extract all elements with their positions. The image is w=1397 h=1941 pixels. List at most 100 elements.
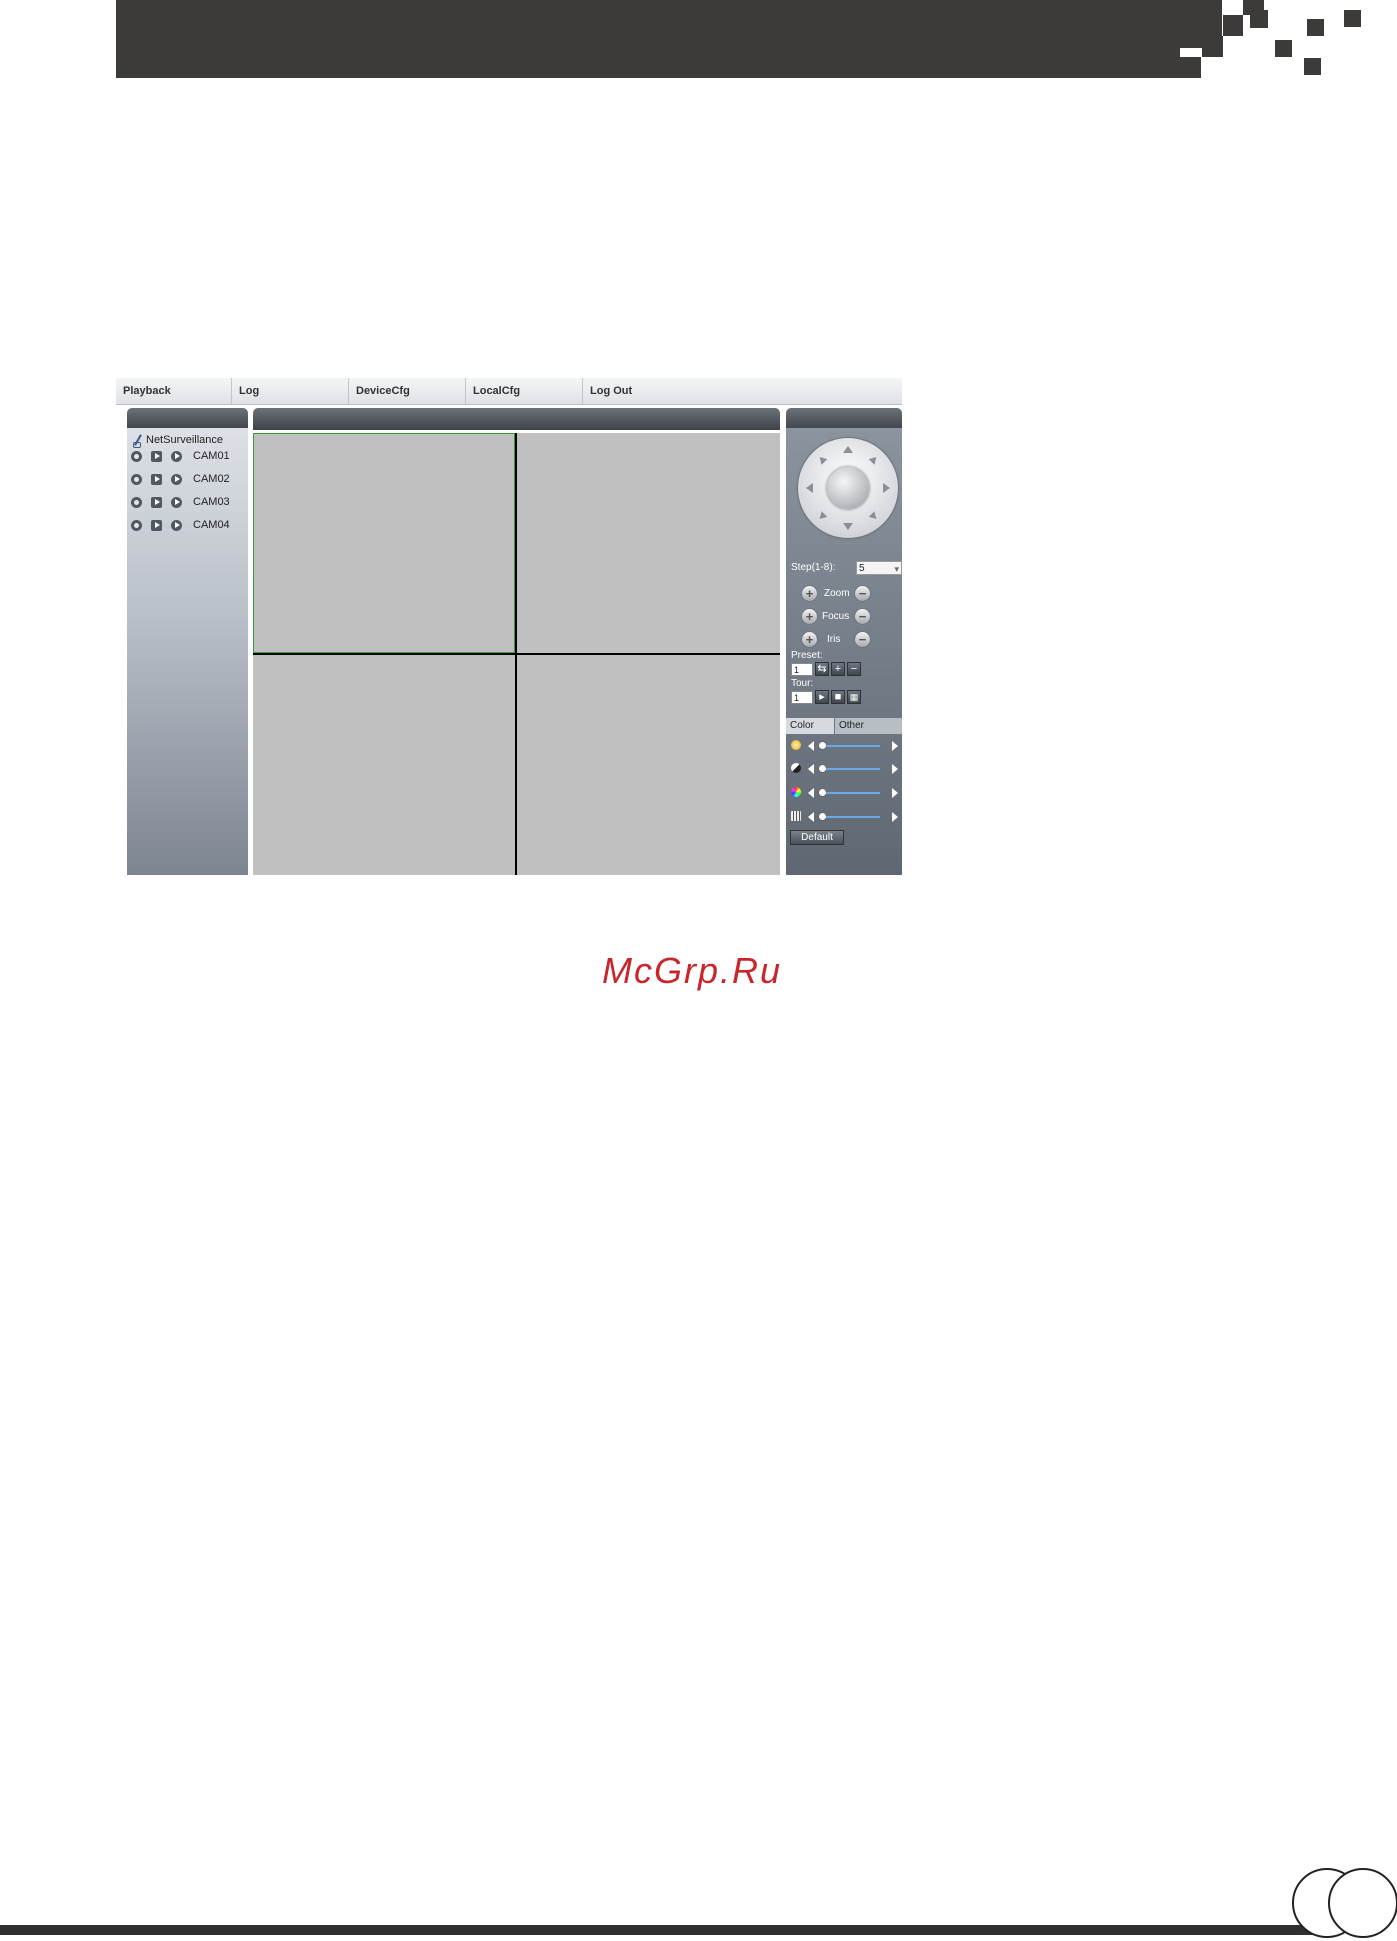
contrast-slider-knob[interactable] [819, 765, 826, 772]
contrast-icon [791, 763, 801, 773]
open-stream-icon[interactable] [171, 496, 182, 508]
tour-stop-icon[interactable]: ■ [831, 690, 845, 704]
camera-row[interactable]: CAM03 [131, 494, 230, 510]
preset-input[interactable]: 1 [791, 663, 813, 676]
camera-label: CAM03 [193, 496, 230, 508]
saturation-slider-track[interactable] [820, 792, 880, 794]
step-label: Step(1-8): [791, 562, 836, 573]
hue-icon [791, 811, 801, 821]
tour-start-icon[interactable]: ▸ [815, 690, 829, 704]
ptz-down-icon[interactable] [843, 523, 853, 530]
play-icon[interactable] [151, 450, 162, 462]
menu-item-logout[interactable]: Log Out [583, 378, 902, 404]
ptz-up-icon[interactable] [843, 446, 853, 453]
default-button[interactable]: Default [790, 830, 844, 845]
preset-remove-icon[interactable]: − [847, 662, 861, 676]
preset-goto-icon[interactable]: ⇆ [815, 662, 829, 676]
contrast-slider-row [791, 761, 901, 777]
watermark: McGrp.Ru [602, 950, 783, 991]
zoom-out-button[interactable]: − [855, 586, 870, 601]
focus-label: Focus [822, 611, 850, 622]
tour-grid-icon[interactable]: ▦ [847, 690, 861, 704]
tab-color[interactable]: Color [786, 718, 834, 734]
video-cell-2[interactable] [517, 433, 780, 653]
header-square [1202, 36, 1223, 57]
video-panel-header [253, 408, 780, 430]
hue-increase-icon[interactable] [892, 812, 898, 822]
play-icon[interactable] [151, 496, 162, 508]
header-square [1250, 10, 1268, 28]
header-square [1307, 19, 1324, 36]
header-square [1275, 40, 1292, 57]
ptz-down-left-icon[interactable] [816, 511, 828, 522]
preset-add-icon[interactable]: + [831, 662, 845, 676]
brightness-slider-knob[interactable] [819, 742, 826, 749]
video-cell-1[interactable] [253, 433, 515, 653]
ptz-up-left-icon[interactable] [816, 454, 828, 465]
ptz-center-button[interactable] [827, 467, 869, 509]
zoom-label: Zoom [824, 588, 850, 599]
record-icon[interactable] [131, 473, 142, 485]
ptz-down-right-icon[interactable] [868, 511, 880, 522]
preset-label: Preset: [791, 650, 823, 661]
tour-input[interactable]: 1 [791, 691, 813, 704]
ptz-up-right-icon[interactable] [868, 454, 880, 465]
record-icon[interactable] [131, 496, 142, 508]
brightness-icon [791, 740, 801, 750]
brightness-decrease-icon[interactable] [808, 741, 814, 751]
play-icon[interactable] [151, 519, 162, 531]
page-header-band [116, 0, 1222, 78]
color-tabs: Color Other [786, 718, 902, 734]
open-stream-icon[interactable] [171, 473, 182, 485]
camera-row[interactable]: CAM01 [131, 448, 230, 464]
play-icon[interactable] [151, 473, 162, 485]
ptz-joystick[interactable] [798, 438, 898, 538]
hue-slider-track[interactable] [820, 816, 880, 818]
contrast-increase-icon[interactable] [892, 764, 898, 774]
record-icon[interactable] [131, 450, 142, 462]
hue-decrease-icon[interactable] [808, 812, 814, 822]
focus-far-button[interactable]: − [855, 609, 870, 624]
menu-item-devicecfg[interactable]: DeviceCfg [349, 378, 466, 404]
brightness-increase-icon[interactable] [892, 741, 898, 751]
tree-root[interactable]: NetSurveillance [133, 434, 223, 448]
contrast-decrease-icon[interactable] [808, 764, 814, 774]
saturation-slider-row [791, 785, 901, 801]
camera-label: CAM02 [193, 473, 230, 485]
menu-item-log[interactable]: Log [232, 378, 349, 404]
camera-label: CAM01 [193, 450, 230, 462]
video-cell-3[interactable] [253, 655, 515, 875]
iris-open-button[interactable]: + [802, 632, 817, 647]
saturation-slider-knob[interactable] [819, 789, 826, 796]
header-square [1223, 15, 1243, 36]
footer-line [0, 1925, 1320, 1935]
header-square [1344, 10, 1361, 27]
record-icon[interactable] [131, 519, 142, 531]
ptz-panel: Step(1-8): 5 + Zoom − + Focus − + Iris −… [786, 428, 902, 875]
open-stream-icon[interactable] [171, 450, 182, 462]
camera-row[interactable]: CAM02 [131, 471, 230, 487]
ptz-right-icon[interactable] [883, 483, 890, 493]
hue-slider-row [791, 809, 901, 825]
tab-other[interactable]: Other [835, 718, 902, 734]
ptz-panel-header [786, 408, 902, 430]
open-stream-icon[interactable] [171, 519, 182, 531]
saturation-increase-icon[interactable] [892, 788, 898, 798]
contrast-slider-track[interactable] [820, 768, 880, 770]
camera-row[interactable]: CAM04 [131, 517, 230, 533]
tour-label: Tour: [791, 678, 814, 689]
iris-label: Iris [827, 634, 841, 645]
menu-item-playback[interactable]: Playback [116, 378, 232, 404]
hue-slider-knob[interactable] [819, 813, 826, 820]
zoom-in-button[interactable]: + [802, 586, 817, 601]
video-cell-4[interactable] [517, 655, 780, 875]
tree-panel-header [127, 408, 248, 430]
step-select[interactable]: 5 [856, 561, 902, 576]
menu-item-localcfg[interactable]: LocalCfg [466, 378, 583, 404]
ptz-left-icon[interactable] [806, 483, 813, 493]
saturation-icon [791, 787, 801, 797]
brightness-slider-track[interactable] [820, 745, 880, 747]
saturation-decrease-icon[interactable] [808, 788, 814, 798]
focus-near-button[interactable]: + [802, 609, 817, 624]
iris-close-button[interactable]: − [855, 632, 870, 647]
